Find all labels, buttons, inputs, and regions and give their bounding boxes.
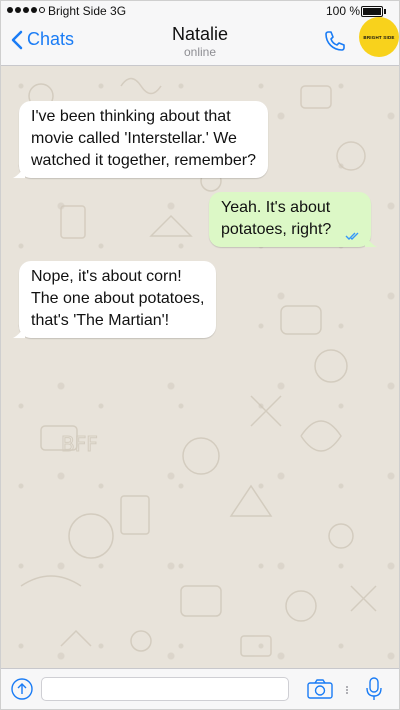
status-bar: Bright Side 3G 100 %	[1, 1, 399, 21]
signal-strength-icon	[7, 7, 45, 13]
camera-icon[interactable]	[307, 679, 333, 699]
svg-text:BFF: BFF	[61, 432, 98, 456]
message-text-line: movie called 'Interstellar.' We	[31, 130, 237, 147]
bubble-tail	[13, 324, 25, 338]
message-text-line: that's 'The Martian'!	[31, 312, 170, 329]
share-icon[interactable]	[11, 678, 33, 700]
message-input-bar	[1, 668, 399, 709]
carrier-name: Bright Side 3G	[48, 4, 127, 18]
message-text-line: potatoes, right?	[221, 221, 332, 238]
message-input[interactable]	[41, 677, 289, 701]
double-check-read-icon	[345, 232, 359, 240]
message-outgoing[interactable]: Yeah. It's about potatoes, right?	[209, 192, 378, 247]
battery-icon	[361, 6, 386, 17]
message-text-line: Yeah. It's about	[221, 199, 331, 216]
logo-text: BRIGHT SIDE	[363, 34, 395, 40]
message-text-line: The one about potatoes,	[31, 290, 205, 307]
message-list[interactable]: BFF I've been thinking about that movie …	[1, 66, 399, 668]
bright-side-logo: BRIGHT SIDE	[359, 17, 399, 57]
chat-screen: Bright Side 3G 100 % Chats Natalie onlin…	[0, 0, 400, 710]
separator-dots	[346, 686, 348, 694]
chat-header: Chats Natalie online BRIGHT SIDE	[1, 17, 399, 66]
message-text-line: I've been thinking about that	[31, 108, 231, 125]
message-incoming[interactable]: I've been thinking about that movie call…	[13, 101, 269, 178]
battery-percentage: 100 %	[326, 4, 361, 18]
phone-icon[interactable]	[323, 29, 347, 53]
message-text-line: Nope, it's about corn!	[31, 268, 182, 285]
bubble-tail	[365, 233, 378, 247]
microphone-icon[interactable]	[366, 677, 382, 701]
message-text-line: watched it together, remember?	[31, 152, 257, 169]
message-incoming[interactable]: Nope, it's about corn! The one about pot…	[13, 261, 217, 338]
bubble-tail	[13, 164, 25, 178]
